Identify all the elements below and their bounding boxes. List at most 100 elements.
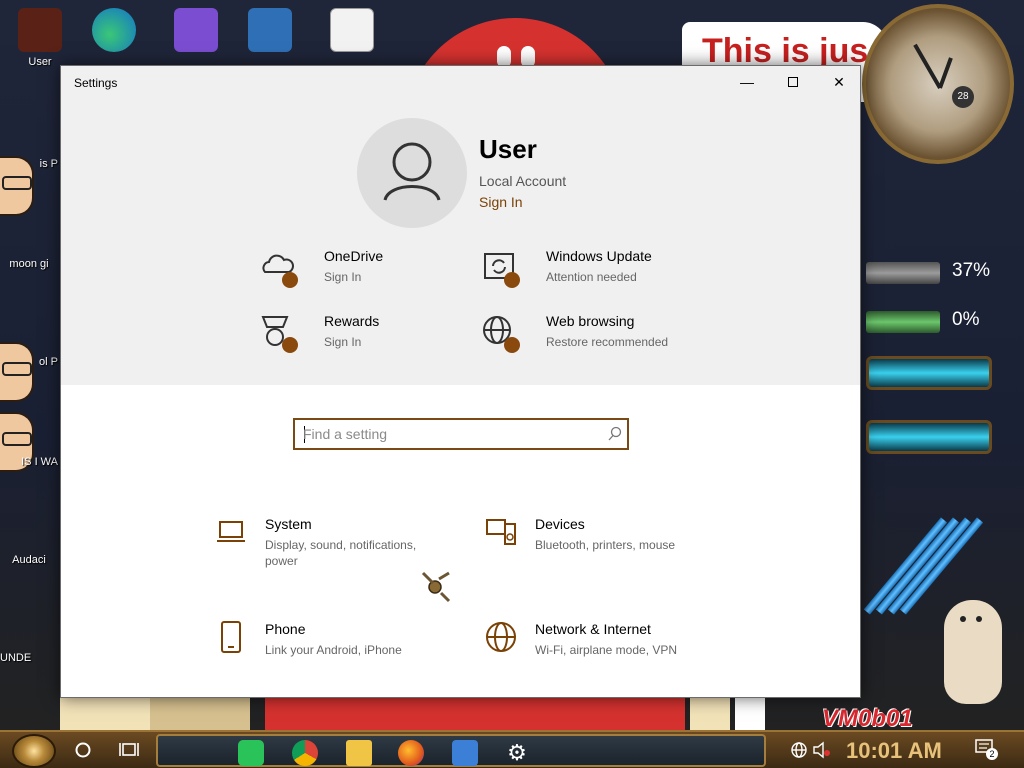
memory-gauge-widget: 0%	[866, 305, 996, 339]
desktop-icon-label: ol P	[39, 356, 58, 368]
desktop-icon-is-wa[interactable]: IS I WA	[0, 456, 58, 468]
tile-title: Windows Update	[546, 248, 652, 264]
desktop-icon-label: is P	[39, 158, 58, 170]
category-system[interactable]: System Display, sound, notifications, po…	[215, 516, 455, 576]
rewards-tile[interactable]: Rewards Sign In	[259, 313, 469, 363]
desktop-icon-csvhi[interactable]	[168, 8, 224, 56]
person-icon	[383, 142, 441, 201]
left-desktop-column: is P moon gi ol P IS I WA Audaci UNDE	[0, 130, 58, 670]
desktop-icon-label: moon gi	[9, 258, 49, 270]
minimize-button[interactable]: —	[724, 66, 770, 98]
task-view-button[interactable]	[108, 732, 150, 768]
gauge-value: 37%	[952, 260, 991, 281]
clock-time[interactable]: 10:01 AM	[846, 738, 942, 764]
chrome-icon[interactable]	[292, 740, 318, 766]
file-explorer-icon[interactable]	[346, 740, 372, 766]
desktop-icon-ol-p[interactable]: ol P	[0, 356, 58, 368]
title-bar[interactable]: Settings — ✕	[61, 66, 860, 98]
category-subtitle: Link your Android, iPhone	[265, 643, 402, 657]
search-icon[interactable]	[607, 426, 623, 442]
watermark-text: VM0b01	[822, 705, 913, 730]
account-type: Local Account	[479, 173, 567, 189]
firefox-icon[interactable]	[398, 740, 424, 766]
globe-icon	[486, 622, 516, 652]
settings-window: Settings — ✕ User Local Account Sign In …	[60, 65, 861, 698]
desktop-icon-virtualbox[interactable]	[242, 8, 298, 56]
desktop-icon-label: Audaci	[12, 554, 46, 566]
account-name: User	[479, 134, 537, 164]
windows-update-tile[interactable]: Windows Update Attention needed	[481, 248, 691, 298]
drive-capsule-widget	[866, 356, 992, 390]
settings-gear-icon[interactable]: ⚙	[504, 740, 530, 766]
task-view-icon	[119, 743, 139, 756]
tile-title: Rewards	[324, 313, 380, 329]
hamster-mascot	[944, 600, 1002, 704]
cortana-button[interactable]	[62, 732, 104, 768]
notification-center-button[interactable]: 2	[974, 738, 998, 760]
steampunk-clock-widget: 28	[862, 4, 1014, 164]
tile-subtitle: Sign In	[324, 335, 362, 349]
hxd-icon	[330, 8, 374, 52]
network-globe-icon[interactable]	[790, 741, 808, 759]
circle-search-icon	[75, 742, 91, 758]
taskbar: ⚙ 10:01 AM 2	[0, 730, 1024, 768]
virtualbox-icon	[248, 8, 292, 52]
status-badge	[282, 337, 298, 353]
tile-title: OneDrive	[324, 248, 384, 264]
status-badge	[282, 272, 298, 288]
category-subtitle: Display, sound, notifications, power	[265, 538, 417, 568]
desktop-icon-label: UNDE	[0, 652, 32, 664]
cartoon-face-icon	[0, 342, 34, 402]
clock-day: 28	[952, 86, 974, 108]
edge-icon	[92, 8, 136, 52]
desktop-icon-unde[interactable]: UNDE	[0, 652, 58, 664]
drive-capsule-widget	[866, 420, 992, 454]
maximize-button[interactable]	[770, 66, 816, 98]
account-hero: User Local Account Sign In OneDrive Sign…	[61, 98, 860, 385]
find-setting-search[interactable]	[293, 418, 629, 450]
category-subtitle: Bluetooth, printers, mouse	[535, 538, 676, 552]
busy-cursor-icon	[421, 571, 451, 603]
category-title: Phone	[265, 621, 306, 637]
category-subtitle: Wi-Fi, airplane mode, VPN	[535, 643, 678, 657]
category-title: Network & Internet	[535, 621, 651, 637]
desktop-icon-label: IS I WA	[21, 456, 58, 468]
minimize-icon: —	[740, 74, 754, 90]
desktop-icon-user[interactable]: User	[12, 8, 68, 68]
close-button[interactable]: ✕	[816, 66, 862, 98]
cpu-gauge-widget: 37%	[866, 256, 996, 290]
phone-icon	[221, 621, 241, 653]
laptop-icon	[217, 521, 245, 542]
category-title: System	[265, 516, 312, 532]
desktop-icon-is-p[interactable]: is P	[0, 158, 58, 170]
volume-muted-icon[interactable]	[812, 741, 832, 759]
category-phone[interactable]: Phone Link your Android, iPhone	[215, 621, 455, 681]
account-sign-in-link[interactable]: Sign In	[479, 194, 523, 210]
search-input[interactable]	[303, 424, 593, 444]
chat-app-icon[interactable]	[238, 740, 264, 766]
desktop-icon-moon[interactable]: moon gi	[0, 258, 58, 270]
category-network-internet[interactable]: Network & Internet Wi-Fi, airplane mode,…	[485, 621, 725, 681]
tile-subtitle: Attention needed	[546, 270, 637, 284]
wallpaper-bottom-stripes	[60, 698, 830, 730]
keyboard-speaker-icon	[486, 519, 516, 545]
visual-studio-icon	[174, 8, 218, 52]
user-folder-icon	[18, 8, 62, 52]
desktop-icon-edge[interactable]	[86, 8, 142, 56]
onedrive-tile[interactable]: OneDrive Sign In	[259, 248, 469, 298]
category-devices[interactable]: Devices Bluetooth, printers, mouse	[485, 516, 725, 576]
status-badge	[504, 337, 520, 353]
tile-subtitle: Restore recommended	[546, 335, 669, 349]
desktop-icon-audacity[interactable]: Audaci	[0, 554, 58, 566]
avatar[interactable]	[357, 118, 467, 228]
notification-count-badge: 2	[986, 748, 998, 760]
start-button[interactable]	[12, 734, 56, 768]
app-icon[interactable]	[452, 740, 478, 766]
desktop-icon-hxd[interactable]	[324, 8, 380, 56]
tile-title: Web browsing	[546, 313, 635, 329]
maximize-icon	[788, 77, 798, 87]
status-badge	[504, 272, 520, 288]
gauge-value: 0%	[952, 309, 980, 330]
web-browsing-tile[interactable]: Web browsing Restore recommended	[481, 313, 691, 363]
pinned-apps: ⚙	[156, 734, 766, 767]
